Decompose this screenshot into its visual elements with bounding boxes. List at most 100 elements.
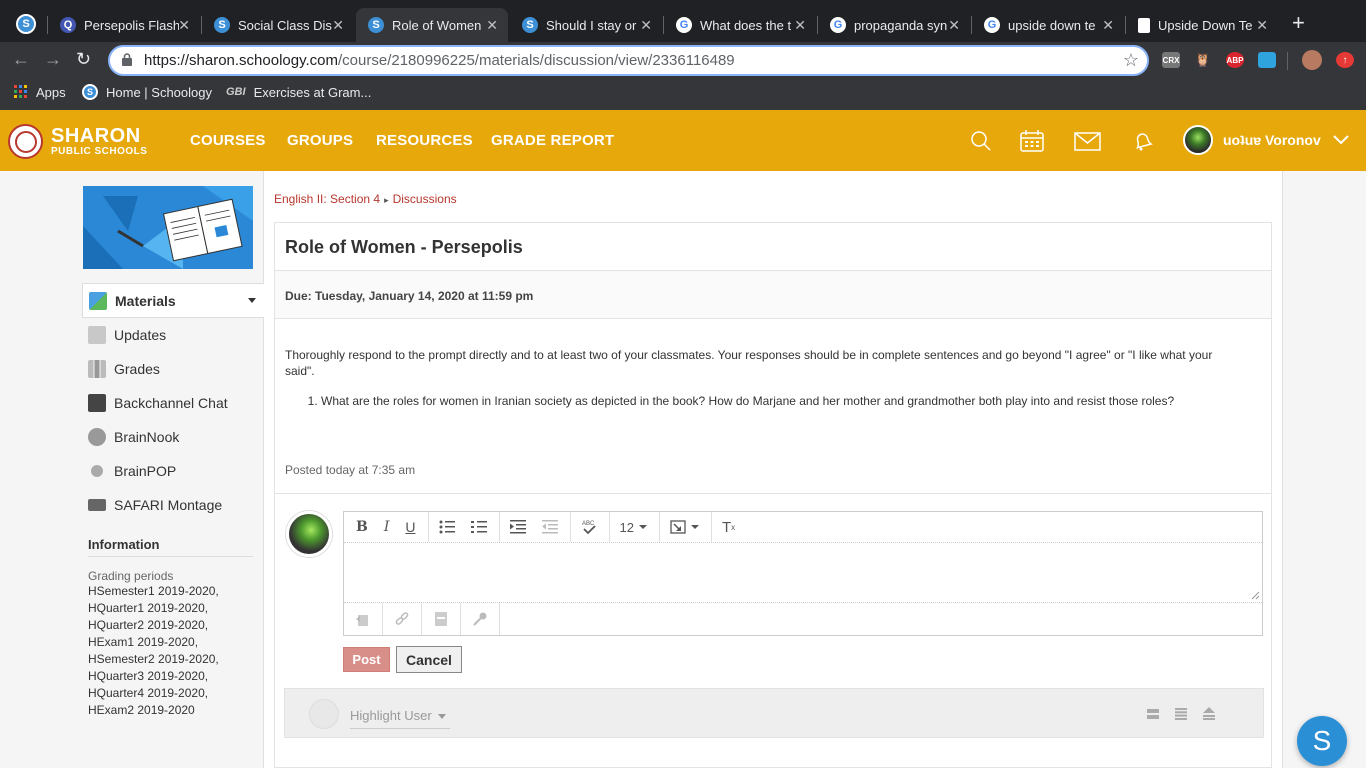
tab-upside-down-search[interactable]: G upside down te ✕ [972, 8, 1124, 42]
tab-propaganda[interactable]: G propaganda syn ✕ [818, 8, 970, 42]
grading-period: HSemester2 2019-2020, [88, 652, 219, 666]
calendar-icon[interactable] [1020, 130, 1044, 152]
underline-button[interactable]: U [405, 519, 415, 535]
close-tab-icon[interactable]: ✕ [640, 17, 652, 34]
blue-extension-icon[interactable] [1258, 52, 1276, 68]
forward-arrow-icon[interactable]: → [44, 50, 62, 68]
browser-tab-strip: S Q Persepolis Flash ✕ S Social Class Di… [0, 0, 1366, 46]
close-tab-icon[interactable]: ✕ [1256, 17, 1268, 34]
record-audio-icon[interactable] [461, 603, 500, 635]
update-arrow-icon[interactable]: ↑ [1336, 52, 1354, 68]
profile-avatar-icon[interactable] [1302, 50, 1322, 70]
back-arrow-icon[interactable]: ← [12, 50, 30, 68]
tab-should-i-stay[interactable]: S Should I stay or ✕ [510, 8, 662, 42]
close-tab-icon[interactable]: ✕ [1102, 17, 1114, 34]
google-icon: G [830, 17, 846, 33]
attach-file-icon[interactable] [344, 603, 383, 635]
new-tab-button[interactable]: + [1292, 12, 1305, 34]
list-view-icon[interactable] [1175, 708, 1187, 720]
bold-button[interactable]: B [356, 519, 368, 535]
insert-content-icon[interactable] [670, 520, 699, 534]
schoology-icon: S [368, 17, 384, 33]
close-tab-icon[interactable]: ✕ [178, 17, 190, 34]
schoology-help-button[interactable]: S [1297, 716, 1347, 766]
mail-icon[interactable] [1074, 132, 1101, 151]
highlight-user-select[interactable]: Highlight User [350, 708, 450, 729]
resources-icon[interactable] [422, 603, 461, 635]
outdent-icon[interactable] [541, 520, 558, 534]
sidebar-item-safari-montage[interactable]: SAFARI Montage [82, 488, 264, 522]
sidebar-item-brainpop[interactable]: BrainPOP [82, 454, 264, 488]
quizlet-icon: Q [60, 17, 76, 33]
replies-toolbar: Highlight User [284, 688, 1264, 738]
tab-upside-down-text[interactable]: Upside Down Te ✕ [1126, 8, 1278, 42]
chevron-down-icon[interactable] [248, 298, 256, 303]
chat-icon [88, 394, 106, 412]
chrome-tab-schoology-pinned[interactable]: S [16, 14, 36, 34]
post-button[interactable]: Post [343, 647, 390, 672]
notification-bell-icon[interactable] [1132, 130, 1154, 152]
indent-icon[interactable] [509, 520, 526, 534]
grading-period: HQuarter4 2019-2020, [88, 686, 209, 700]
cancel-button[interactable]: Cancel [396, 646, 462, 673]
grading-period: HSemester1 2019-2020, [88, 584, 219, 598]
schoology-icon: S [82, 84, 98, 100]
bookmark-grammar-exercises[interactable]: GBI Exercises at Gram... [226, 84, 371, 100]
close-tab-icon[interactable]: ✕ [794, 17, 806, 34]
bulleted-list-icon[interactable] [439, 520, 455, 534]
nav-groups[interactable]: GROUPS [287, 132, 353, 149]
close-tab-icon[interactable]: ✕ [948, 17, 960, 34]
sharon-logo[interactable]: SHARON PUBLIC SCHOOLS [8, 124, 147, 159]
collapse-all-icon[interactable] [1203, 707, 1215, 720]
italic-button[interactable]: I [384, 519, 390, 535]
search-icon[interactable] [970, 130, 992, 152]
tab-persepolis-flash[interactable]: Q Persepolis Flash ✕ [48, 8, 200, 42]
comment-textarea[interactable] [344, 543, 1262, 603]
close-tab-icon[interactable]: ✕ [486, 17, 498, 34]
page-title: Role of Women - Persepolis [275, 223, 1271, 271]
sidebar-item-brainnook[interactable]: BrainNook [82, 420, 264, 454]
reload-icon[interactable]: ↻ [76, 50, 91, 68]
breadcrumb-course-link[interactable]: English II: Section 4 [274, 192, 380, 206]
address-bar[interactable]: https://sharon.schoology.com/course/2180… [108, 45, 1149, 76]
nav-courses[interactable]: COURSES [190, 132, 266, 149]
svg-text:ABC: ABC [582, 521, 595, 527]
avatar [1183, 125, 1213, 155]
tab-role-of-women[interactable]: S Role of Women ✕ [356, 8, 508, 42]
resize-handle-icon[interactable] [1250, 590, 1260, 600]
crx-extension-icon[interactable]: CRX [1162, 52, 1180, 68]
sidebar-item-grades[interactable]: Grades [82, 352, 264, 386]
bookmark-home-schoology[interactable]: S Home | Schoology [82, 84, 212, 100]
comment-editor: B I U ABC 12 T x [343, 511, 1263, 636]
course-information: Information Grading periods HSemester1 2… [88, 537, 253, 719]
bookmark-apps[interactable]: Apps [14, 84, 66, 100]
user-menu[interactable]: uoʇuɐ Voronov [1183, 125, 1349, 155]
toolbar-divider [498, 512, 500, 542]
tab-what-does-the[interactable]: G What does the t ✕ [664, 8, 816, 42]
owl-extension-icon[interactable]: 🦉 [1194, 52, 1212, 68]
grading-period: HQuarter3 2019-2020, [88, 669, 209, 683]
collapse-view-icon[interactable] [1147, 708, 1159, 720]
brainpop-icon [91, 465, 103, 477]
font-size-select[interactable]: 12 [620, 520, 647, 535]
nav-resources[interactable]: RESOURCES [376, 132, 473, 149]
sidebar-item-updates[interactable]: Updates [82, 318, 264, 352]
spellcheck-icon[interactable]: ABC [581, 519, 597, 535]
tab-social-class[interactable]: S Social Class Dis ✕ [202, 8, 354, 42]
editor-toolbar: B I U ABC 12 T x [344, 512, 1262, 543]
brainnook-icon [88, 428, 106, 446]
toolbar-divider [710, 512, 712, 542]
link-icon[interactable] [383, 603, 422, 635]
toolbar-divider [608, 512, 610, 542]
site-header: SHARON PUBLIC SCHOOLS COURSES GROUPS RES… [0, 110, 1366, 171]
nav-grade-report[interactable]: GRADE REPORT [491, 132, 614, 149]
close-tab-icon[interactable]: ✕ [332, 17, 344, 34]
breadcrumb-discussions-link[interactable]: Discussions [393, 192, 457, 206]
sidebar-item-backchannel-chat[interactable]: Backchannel Chat [82, 386, 264, 420]
numbered-list-icon[interactable] [470, 520, 487, 534]
course-nav-menu: Materials Updates Grades Backchannel Cha… [82, 283, 264, 522]
bookmark-star-icon[interactable]: ☆ [1123, 50, 1139, 71]
clear-formatting-icon[interactable]: Tx [722, 519, 735, 536]
sidebar-item-materials[interactable]: Materials [82, 283, 264, 318]
adblock-plus-icon[interactable]: ABP [1226, 52, 1244, 68]
